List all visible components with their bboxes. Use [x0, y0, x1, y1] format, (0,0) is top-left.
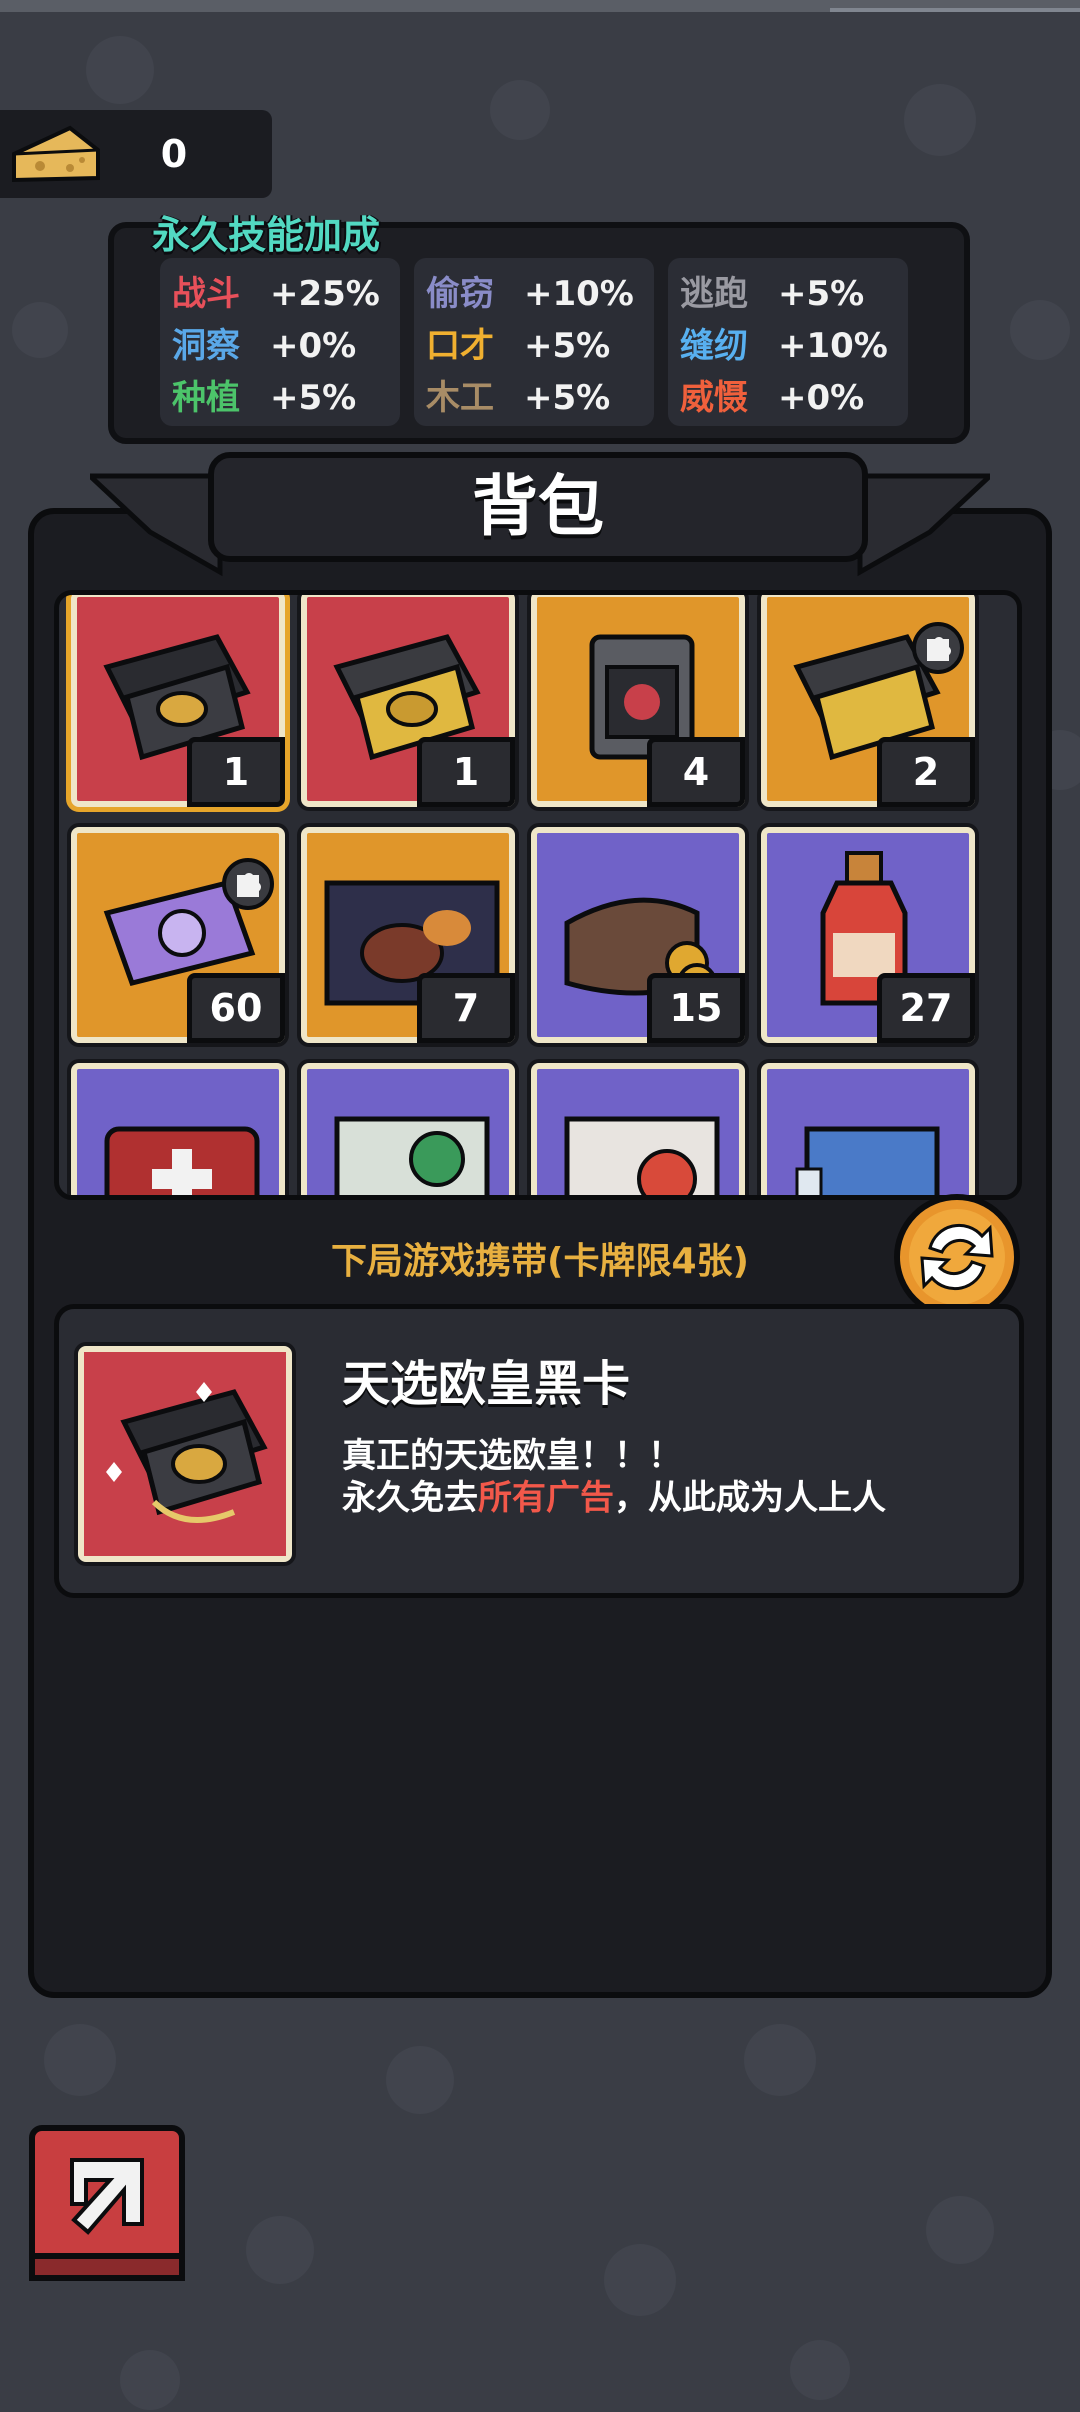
item-card[interactable]: 15	[531, 827, 745, 1043]
puzzle-piece-icon	[912, 622, 964, 674]
skill-name: 种植	[172, 378, 240, 418]
item-count: 1	[187, 737, 285, 807]
backpack-title: 背包	[472, 468, 604, 545]
skill-value: +0%	[270, 326, 357, 366]
skill-name: 口才	[426, 326, 494, 366]
desc-text: 永久免去	[342, 1478, 478, 1518]
item-card[interactable]: 60	[71, 827, 285, 1043]
item-art-icon	[564, 1116, 720, 1195]
exit-button[interactable]	[28, 2124, 186, 2282]
item-art-icon	[334, 1116, 490, 1195]
skill-name: 逃跑	[680, 274, 748, 314]
detail-item-image	[78, 1346, 292, 1562]
puzzle-piece-icon	[222, 858, 274, 910]
desc-text-end: ，从此成为人上人	[614, 1478, 886, 1518]
skill-row: 洞察 +0%	[172, 318, 356, 370]
skill-row: 战斗 +25%	[172, 266, 380, 318]
skill-column: 战斗 +25% 洞察 +0% 种植 +5%	[160, 258, 400, 426]
item-card[interactable]: 7	[301, 827, 515, 1043]
detail-item-desc-line2: 永久免去所有广告，从此成为人上人	[342, 1470, 886, 1519]
skill-name: 偷窃	[426, 274, 494, 314]
item-count: 27	[877, 973, 975, 1043]
currency-panel: 0	[0, 110, 272, 198]
item-card[interactable]	[531, 1063, 745, 1195]
black-card-box-icon	[84, 1352, 286, 1556]
item-art-icon	[795, 1126, 940, 1195]
item-count: 1	[417, 737, 515, 807]
skill-name: 洞察	[172, 326, 240, 366]
item-art-icon	[104, 1126, 260, 1195]
cheese-icon	[12, 125, 100, 183]
skill-name: 威慑	[680, 378, 748, 418]
skill-value: +0%	[778, 378, 865, 418]
skill-row: 木工 +5%	[426, 370, 610, 422]
detail-item-name: 天选欧皇黑卡	[342, 1356, 631, 1412]
item-count: 4	[647, 737, 745, 807]
desc-highlight: 所有广告	[478, 1478, 614, 1518]
skill-column: 偷窃 +10% 口才 +5% 木工 +5%	[414, 258, 654, 426]
skill-value: +10%	[778, 326, 888, 366]
skill-value: +5%	[524, 326, 611, 366]
currency-value: 0	[160, 132, 188, 176]
item-count: 2	[877, 737, 975, 807]
skill-row: 威慑 +0%	[680, 370, 864, 422]
skill-value: +5%	[270, 378, 357, 418]
skill-name: 缝纫	[680, 326, 748, 366]
item-card[interactable]: 1	[301, 595, 515, 807]
skill-name: 战斗	[172, 274, 240, 314]
backpack-title-box: 背包	[208, 452, 868, 562]
skill-value: +5%	[524, 378, 611, 418]
skill-column: 逃跑 +5% 缝纫 +10% 威慑 +0%	[668, 258, 908, 426]
ribbon-right-decoration	[857, 473, 990, 577]
skill-value: +25%	[270, 274, 380, 314]
item-count: 15	[647, 973, 745, 1043]
skill-row: 缝纫 +10%	[680, 318, 888, 370]
item-grid[interactable]: 1 1 4 2 60 7 15 27	[54, 590, 1022, 1200]
skill-name: 木工	[426, 378, 494, 418]
top-bar-highlight	[830, 8, 1080, 12]
item-card[interactable]: 1	[71, 595, 285, 807]
item-count: 7	[417, 973, 515, 1043]
item-card[interactable]: 2	[761, 595, 975, 807]
skill-value: +5%	[778, 274, 865, 314]
skill-row: 口才 +5%	[426, 318, 610, 370]
skill-value: +10%	[524, 274, 634, 314]
skill-row: 偷窃 +10%	[426, 266, 634, 318]
item-count: 60	[187, 973, 285, 1043]
item-card[interactable]: 27	[761, 827, 975, 1043]
item-card[interactable]: 4	[531, 595, 745, 807]
skill-row: 逃跑 +5%	[680, 266, 864, 318]
item-card[interactable]	[71, 1063, 285, 1195]
skill-bonus-title: 永久技能加成	[152, 213, 381, 257]
item-card[interactable]	[761, 1063, 975, 1195]
item-card[interactable]	[301, 1063, 515, 1195]
skill-row: 种植 +5%	[172, 370, 356, 422]
